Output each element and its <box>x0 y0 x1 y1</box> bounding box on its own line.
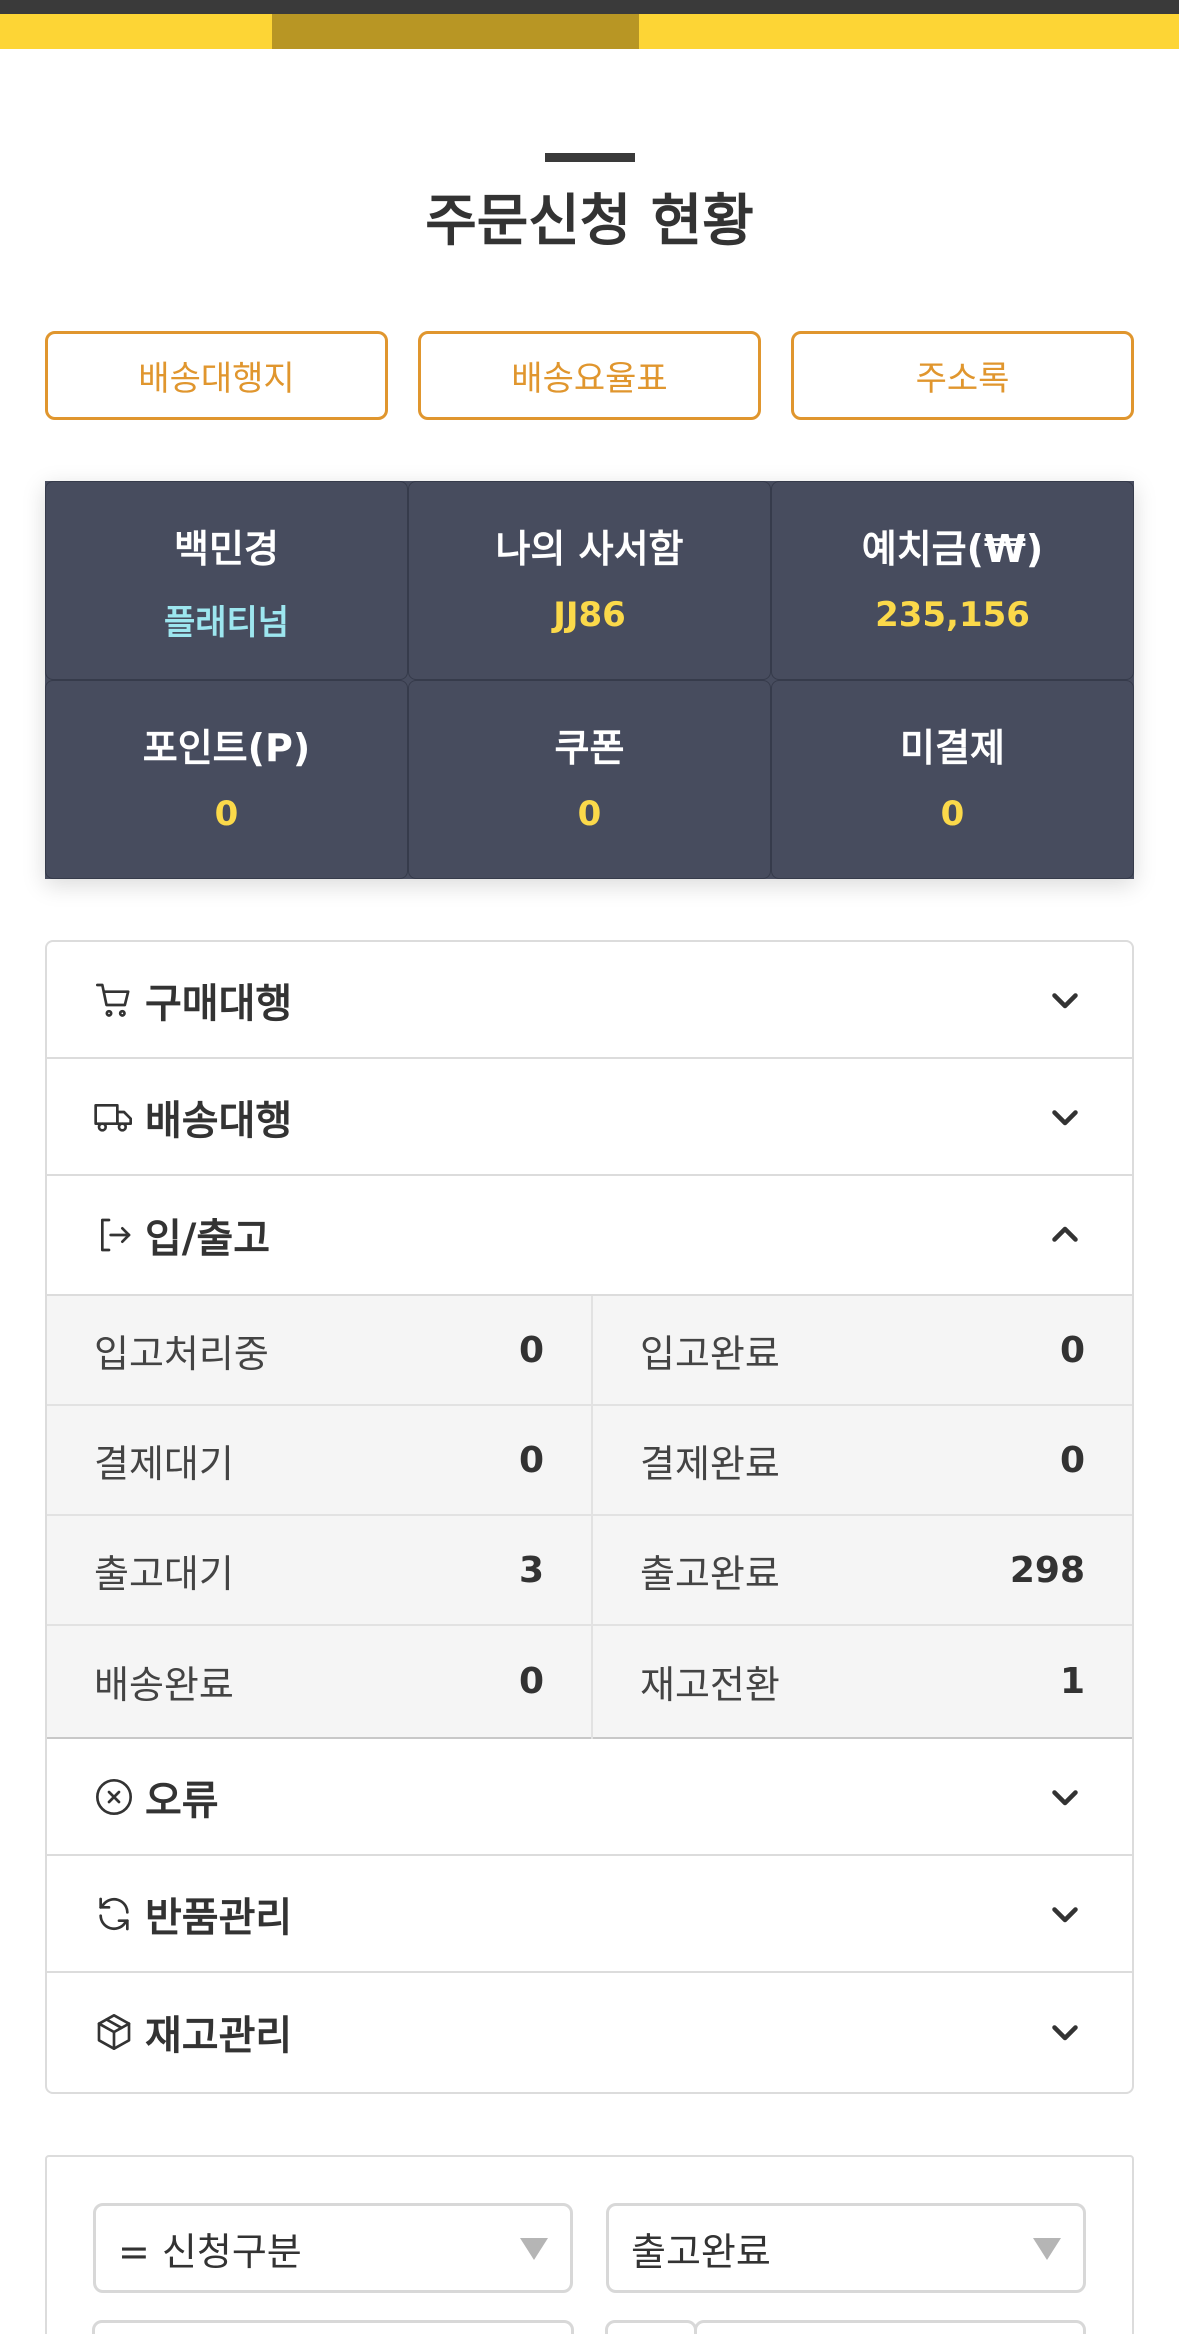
status-label: 입고처리중 <box>94 1331 269 1376</box>
status-count: 0 <box>518 1329 544 1371</box>
accordion-label: 구매대행 <box>145 980 293 1027</box>
status-count: 1 <box>1059 1660 1085 1702</box>
nav-active-tab[interactable] <box>272 14 639 49</box>
status-label: 결제완료 <box>640 1441 780 1486</box>
stat-value: 0 <box>577 794 602 834</box>
stat-label: 나의 사서함 <box>495 527 684 571</box>
status-cell-stock-converted[interactable]: 재고전환 1 <box>593 1626 1132 1736</box>
shipping-agent-address-button[interactable]: 배송대행지 <box>45 331 388 420</box>
stat-points[interactable]: 포인트(P) 0 <box>45 680 408 879</box>
stat-label: 백민경 <box>174 527 279 571</box>
accordion-error[interactable]: 오류 <box>47 1739 1132 1856</box>
stat-value: 0 <box>940 794 965 834</box>
order-status-accordion: 구매대행 배송대행 입/출고 입고처리중 0 입고완료 0 결제대기 0 결제완… <box>45 940 1134 2094</box>
status-label: 출고대기 <box>94 1551 234 1596</box>
stat-value: JJ86 <box>553 595 626 635</box>
filter-field-partial[interactable] <box>92 2320 574 2334</box>
status-count: 0 <box>518 1660 544 1702</box>
refresh-icon <box>99 1897 129 1930</box>
status-cell-delivered[interactable]: 배송완료 0 <box>47 1626 591 1736</box>
status-select[interactable]: 출고완료 <box>606 2203 1086 2293</box>
accordion-label: 오류 <box>145 1777 219 1824</box>
shipping-rate-table-button[interactable]: 배송요율표 <box>418 331 761 420</box>
x-circle-icon <box>96 1778 132 1815</box>
filter-field-partial[interactable] <box>605 2320 697 2334</box>
status-label: 출고완료 <box>640 1551 780 1596</box>
status-label: 재고전환 <box>640 1662 780 1707</box>
status-label: 결제대기 <box>94 1441 234 1486</box>
chevron-down-icon[interactable] <box>1047 982 1083 1018</box>
truck-icon <box>94 1103 133 1132</box>
chevron-down-icon[interactable] <box>1047 1896 1083 1932</box>
accordion-label: 배송대행 <box>145 1097 293 1144</box>
stat-mailbox[interactable]: 나의 사서함 JJ86 <box>408 481 771 680</box>
stat-label: 쿠폰 <box>554 726 625 770</box>
dropdown-arrow-icon <box>1033 2238 1061 2260</box>
stat-value: 플래티넘 <box>163 603 290 643</box>
status-count: 3 <box>518 1549 544 1591</box>
accordion-label: 입/출고 <box>145 1216 271 1262</box>
stat-unpaid[interactable]: 미결제 0 <box>771 680 1134 879</box>
account-summary-panel: 백민경 플래티넘 나의 사서함 JJ86 예치금(₩) 235,156 포인트(… <box>45 481 1134 879</box>
title-accent-bar <box>545 153 635 162</box>
page-title: 주문신청 현황 <box>425 189 754 254</box>
status-cell-received[interactable]: 입고완료 0 <box>593 1296 1132 1406</box>
status-label: 입고완료 <box>640 1331 780 1376</box>
accordion-shipping-agent[interactable]: 배송대행 <box>47 1059 1132 1176</box>
stat-label: 미결제 <box>900 726 1005 770</box>
chevron-up-icon[interactable] <box>1047 1217 1083 1253</box>
sign-in-icon <box>101 1218 131 1252</box>
stat-label: 포인트(P) <box>142 726 311 770</box>
stat-label: 예치금(₩) <box>861 527 1044 571</box>
accordion-in-out[interactable]: 입/출고 <box>47 1176 1132 1296</box>
chevron-down-icon[interactable] <box>1047 1099 1083 1135</box>
top-header-bar <box>0 0 1179 14</box>
cart-icon <box>96 983 130 1017</box>
status-count: 0 <box>518 1439 544 1481</box>
accordion-label: 재고관리 <box>145 2012 293 2059</box>
filter-field-partial[interactable] <box>694 2320 1086 2334</box>
status-label: 배송완료 <box>94 1662 234 1707</box>
request-type-select[interactable]: = 신청구분 <box>93 2203 573 2293</box>
select-value: = 신청구분 <box>118 2229 302 2274</box>
status-cell-paid[interactable]: 결제완료 0 <box>593 1406 1132 1516</box>
status-cell-awaiting-shipment[interactable]: 출고대기 3 <box>47 1516 591 1626</box>
box-icon <box>97 2013 131 2050</box>
stat-deposit[interactable]: 예치금(₩) 235,156 <box>771 481 1134 680</box>
status-count: 0 <box>1059 1329 1085 1371</box>
stat-value: 235,156 <box>875 595 1030 635</box>
stat-member-grade: 백민경 플래티넘 <box>45 481 408 680</box>
filter-panel: = 신청구분 출고완료 <box>45 2155 1134 2334</box>
status-count: 0 <box>1059 1439 1085 1481</box>
accordion-label: 반품관리 <box>145 1894 293 1941</box>
select-value: 출고완료 <box>631 2229 771 2274</box>
stat-value: 0 <box>214 794 239 834</box>
dropdown-arrow-icon <box>520 2238 548 2260</box>
chevron-down-icon[interactable] <box>1047 1779 1083 1815</box>
stat-coupon[interactable]: 쿠폰 0 <box>408 680 771 879</box>
status-cell-receiving[interactable]: 입고처리중 0 <box>47 1296 591 1406</box>
accordion-inventory[interactable]: 재고관리 <box>47 1973 1132 2090</box>
in-out-status-grid: 입고처리중 0 입고완료 0 결제대기 0 결제완료 0 출고대기 3 출고완료… <box>47 1296 1132 1739</box>
status-cell-shipped[interactable]: 출고완료 298 <box>593 1516 1132 1626</box>
address-book-button[interactable]: 주소록 <box>791 331 1134 420</box>
status-cell-awaiting-payment[interactable]: 결제대기 0 <box>47 1406 591 1516</box>
accordion-purchase-agent[interactable]: 구매대행 <box>47 942 1132 1059</box>
chevron-down-icon[interactable] <box>1047 2014 1083 2050</box>
status-count: 298 <box>1009 1549 1085 1591</box>
accordion-returns[interactable]: 반품관리 <box>47 1856 1132 1973</box>
